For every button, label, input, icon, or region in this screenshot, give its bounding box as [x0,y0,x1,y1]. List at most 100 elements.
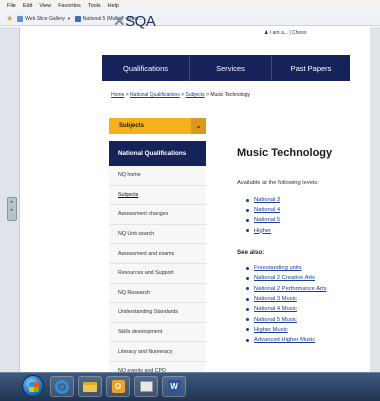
see-also-list: Freestanding units National 2 Creative A… [246,263,327,345]
see-also-label: Advanced Higher Music [254,337,316,344]
web-slice-icon [17,15,24,22]
chevron-down-icon: ⌄ [191,118,206,134]
sidebar-item-understanding-standards[interactable]: Understanding Standards [109,303,206,323]
sidebar-item-skills-development[interactable]: Skills development [109,322,206,343]
see-also-link[interactable]: National 2 Creative Arts [246,273,327,283]
bullet-icon [246,229,249,233]
see-also-label: National 4 Music [254,306,297,313]
breadcrumb-current: Music Technology [210,92,251,98]
menu-help[interactable]: Help [108,3,119,9]
folder-icon [83,381,97,392]
see-also-link[interactable]: Advanced Higher Music [246,335,327,345]
levels-list: National 3 National 4 National 5 Higher [246,195,280,236]
sidebar-item-nq-unit-search[interactable]: NQ Unit search [109,224,206,245]
window-frame-right [370,27,380,372]
bullet-icon [246,198,249,202]
internet-explorer-icon: e [55,379,69,394]
level-label: Higher [254,227,272,234]
see-also-link[interactable]: National 3 Music [246,294,327,304]
sidebar-list: NQ home Subjects Assessment changes NQ U… [109,166,206,382]
subjects-dropdown[interactable]: Subjects ⌄ [109,118,206,134]
main-nav: Qualifications Services Past Papers [102,55,350,81]
sidebar-item-nq-research[interactable]: NQ Research [109,283,206,304]
nav-qualifications[interactable]: Qualifications [102,55,190,81]
breadcrumb-sep: > [206,92,209,98]
see-also-link[interactable]: Higher Music [246,325,327,335]
taskbar-outlook-button[interactable]: O [106,376,130,397]
bullet-icon [246,297,249,301]
page-title: Music Technology [237,147,333,159]
menu-bar: File Edit View Favorites Tools Help [0,0,380,12]
see-also-label: Higher Music [254,326,288,333]
level-link[interactable]: National 3 [246,195,280,205]
taskbar-word-button[interactable]: W [162,376,186,397]
favorites-star-icon[interactable]: ★ [6,14,13,23]
level-label: National 3 [254,197,281,204]
sidebar-item-subjects[interactable]: Subjects [109,185,206,206]
see-also-label: National 5 Music [254,316,297,323]
taskbar-ie-button[interactable]: e [50,376,74,397]
breadcrumb-sep: > [125,92,129,98]
sidebar-item-resources-support[interactable]: Resources and Support [109,263,206,284]
bullet-icon [246,338,249,342]
utility-links-text: I am a... | Choos [269,30,307,36]
favorite-label: Web Slice Gallery [25,15,65,22]
word-icon: W [167,380,181,393]
bullet-icon [246,266,249,270]
page-icon [74,15,81,22]
bullet-icon [246,208,249,212]
see-also-label: National 3 Music [254,296,297,303]
breadcrumb-subjects[interactable]: Subjects [186,92,205,98]
menu-favorites[interactable]: Favorites [58,3,81,9]
menu-view[interactable]: View [39,3,51,9]
breadcrumb-home[interactable]: Home [111,92,124,98]
logo-mark-icon: ✕ [113,13,126,30]
nav-services[interactable]: Services [190,55,272,81]
taskbar: e O W [0,372,380,401]
sidebar-item-assessment-changes[interactable]: Assessment changes [109,205,206,225]
sqa-logo[interactable]: ✕SQA [113,12,156,30]
outlook-icon: O [111,380,125,393]
bullet-icon [246,218,249,222]
nav-past-papers[interactable]: Past Papers [272,55,350,81]
sidebar-item-nq-home[interactable]: NQ home [109,166,206,186]
bullet-icon [246,318,249,322]
level-link[interactable]: Higher [246,226,280,236]
see-also-link[interactable]: Freestanding units [246,263,327,273]
windows-logo-icon [29,382,39,392]
sidebar-section-title[interactable]: National Qualifications [109,141,206,166]
breadcrumb-nq[interactable]: National Qualifications [130,92,180,98]
see-also-link[interactable]: National 4 Music [246,304,327,314]
see-also-label: National 2 Creative Arts [254,275,315,282]
media-player-icon [139,381,153,392]
favorite-web-slice-gallery[interactable]: Web Slice Gallery ▼ [17,15,71,22]
available-levels-text: Available at the following levels: [237,180,319,186]
sidebar-item-assessment-exams[interactable]: Assessment and exams [109,244,206,264]
taskbar-explorer-button[interactable] [78,376,102,397]
see-also-label: Freestanding units [254,265,302,272]
breadcrumb-sep: > [181,92,185,98]
breadcrumb: Home > National Qualifications > Subject… [111,92,250,98]
menu-file[interactable]: File [7,3,16,9]
bullet-icon [246,307,249,311]
menu-edit[interactable]: Edit [23,3,32,9]
favorites-bar: ★ Web Slice Gallery ▼ National 5 (Music)… [0,12,380,26]
menu-tools[interactable]: Tools [88,3,101,9]
logo-text: SQA [125,13,156,30]
bullet-icon [246,276,249,280]
level-link[interactable]: National 4 [246,205,280,215]
window-frame-left: ▸ ▸ [0,27,20,372]
utility-links[interactable]: ♟ I am a... | Choos [264,30,306,36]
sidebar-item-literacy-numeracy[interactable]: Literacy and Numeracy [109,342,206,362]
dropdown-arrow-icon: ▼ [66,16,71,21]
subjects-label: Subjects [119,123,145,129]
see-also-label: National 2 Performance Arts [254,285,327,292]
side-panel-handle[interactable]: ▸ ▸ [7,197,17,221]
see-also-link[interactable]: National 2 Performance Arts [246,284,327,294]
user-icon: ♟ [264,30,269,36]
taskbar-media-button[interactable] [134,376,158,397]
level-link[interactable]: National 5 [246,215,280,225]
see-also-link[interactable]: National 5 Music [246,314,327,324]
start-button[interactable] [22,375,44,397]
bullet-icon [246,287,249,291]
